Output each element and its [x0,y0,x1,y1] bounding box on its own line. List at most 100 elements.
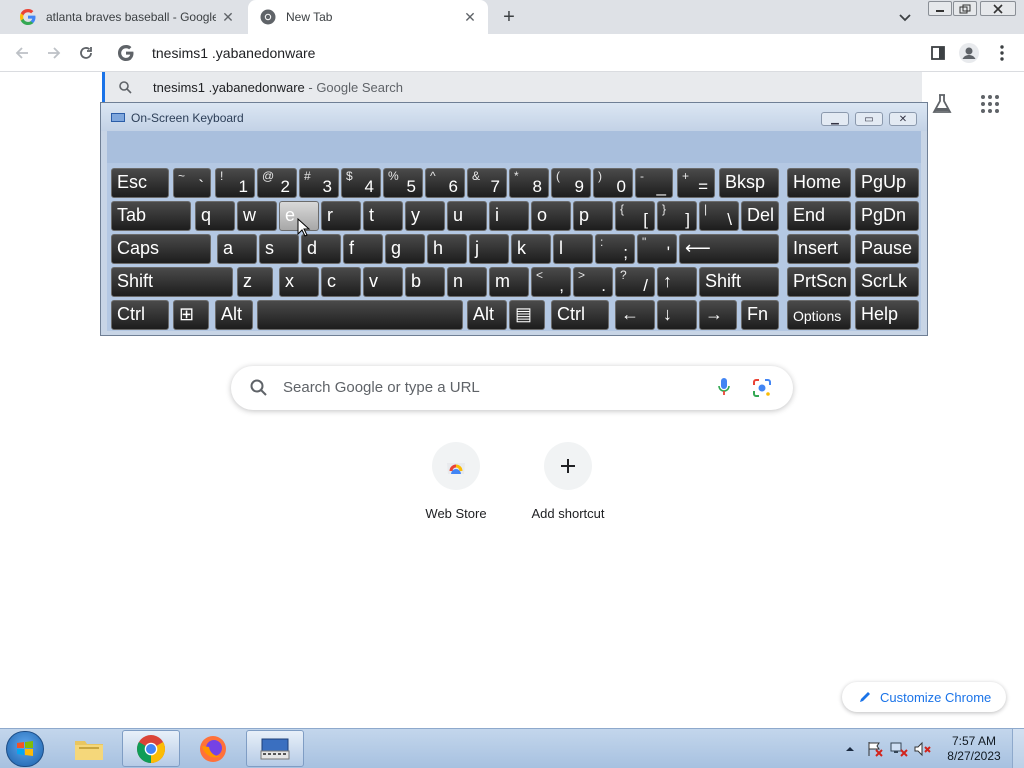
osk-key[interactable]: g [385,234,425,264]
osk-key[interactable]: ^ 6 [425,168,465,198]
osk-key[interactable]: Options [787,300,851,330]
window-close-button[interactable] [980,1,1016,16]
osk-key[interactable]: + = [677,168,715,198]
action-center-flag-icon[interactable] [866,741,884,757]
osk-key[interactable]: Ctrl [111,300,169,330]
volume-muted-icon[interactable] [914,741,932,757]
taskbar-clock[interactable]: 7:57 AM 8/27/2023 [944,734,1004,764]
osk-key[interactable]: Caps [111,234,211,264]
window-minimize-button[interactable] [928,1,952,16]
osk-key[interactable]: #3 [299,168,339,198]
shortcut-add[interactable]: Add shortcut [512,442,624,521]
taskbar-chrome[interactable] [122,730,180,767]
osk-key[interactable]: (9 [551,168,591,198]
osk-key[interactable]: & 7 [467,168,507,198]
osk-key[interactable]: m [489,267,529,297]
osk-key[interactable]: Fn [741,300,779,330]
osk-key[interactable]: ⟵ [679,234,779,264]
osk-key[interactable]: a [217,234,257,264]
osk-key[interactable]: Insert [787,234,851,264]
osk-key[interactable]: ! 1 [215,168,255,198]
osk-key[interactable]: PgDn [855,201,919,231]
osk-key[interactable]: ⊞ [173,300,209,330]
osk-key[interactable]: i [489,201,529,231]
menu-button[interactable] [992,43,1012,63]
osk-key[interactable]: Pause [855,234,919,264]
osk-key[interactable]: j [469,234,509,264]
osk-key[interactable]: t [363,201,403,231]
osk-key[interactable]: PrtScn [787,267,851,297]
show-desktop-button[interactable] [1012,729,1024,768]
ntp-search-box[interactable]: Search Google or type a URL [231,366,793,410]
network-icon[interactable] [890,741,908,757]
forward-button[interactable] [43,42,65,64]
taskbar-on-screen-keyboard[interactable] [246,730,304,767]
osk-key[interactable]: Home [787,168,851,198]
osk-key[interactable]: w [237,201,277,231]
osk-key[interactable]: | \ [699,201,739,231]
osk-minimize-button[interactable]: ▁ [821,112,849,126]
omnibox-text[interactable]: tnesims1 .yabanedonware [152,45,315,61]
osk-key[interactable]: }] [657,201,697,231]
microphone-icon[interactable] [717,377,731,397]
osk-key[interactable]: * 8 [509,168,549,198]
osk-key[interactable]: s [259,234,299,264]
tab-new-tab[interactable]: New Tab ✕ [248,0,488,34]
osk-key[interactable] [257,300,463,330]
close-tab-icon[interactable]: ✕ [220,9,236,25]
omnibox-suggestion[interactable]: tnesims1 .yabanedonware - Google Search [102,72,922,102]
osk-key[interactable]: ? / [615,267,655,297]
new-tab-button[interactable]: + [498,6,520,28]
osk-key[interactable]: v [363,267,403,297]
osk-key[interactable]: z [237,267,273,297]
osk-key[interactable]: b [405,267,445,297]
osk-key[interactable]: % 5 [383,168,423,198]
labs-flask-icon[interactable] [930,92,954,116]
osk-key[interactable]: k [511,234,551,264]
customize-chrome-button[interactable]: Customize Chrome [842,682,1006,712]
osk-key[interactable]: Alt [215,300,253,330]
osk-key[interactable]: Esc [111,168,169,198]
google-lens-icon[interactable] [751,377,773,399]
reload-button[interactable] [75,42,97,64]
window-restore-button[interactable] [953,1,977,16]
osk-key[interactable]: x [279,267,319,297]
osk-key[interactable]: Help [855,300,919,330]
osk-key[interactable]: h [427,234,467,264]
osk-key[interactable]: f [343,234,383,264]
osk-title-bar[interactable]: On-Screen Keyboard ▁ ▭ ✕ [101,103,927,131]
osk-key[interactable]: :; [595,234,635,264]
osk-key[interactable]: r [321,201,361,231]
tab-search-chevron-icon[interactable] [896,8,914,26]
osk-key[interactable]: $4 [341,168,381,198]
osk-key[interactable]: >. [573,267,613,297]
osk-key[interactable]: ← [615,300,655,330]
osk-key[interactable]: q [195,201,235,231]
osk-key[interactable]: ↑ [657,267,697,297]
google-apps-grid-icon[interactable] [980,94,1000,114]
osk-key[interactable]: Del [741,201,779,231]
osk-key[interactable]: ↓ [657,300,697,330]
osk-key[interactable]: " ' [637,234,677,264]
osk-key[interactable]: Alt [467,300,507,330]
osk-key[interactable]: ) 0 [593,168,633,198]
osk-key[interactable]: o [531,201,571,231]
osk-key[interactable]: Shift [111,267,233,297]
osk-key[interactable]: c [321,267,361,297]
osk-key[interactable]: {[ [615,201,655,231]
osk-key[interactable]: p [573,201,613,231]
osk-key[interactable]: Tab [111,201,191,231]
osk-key[interactable]: Shift [699,267,779,297]
osk-key[interactable]: <, [531,267,571,297]
osk-key[interactable]: ~ ` [173,168,211,198]
close-tab-icon[interactable]: ✕ [462,9,478,25]
osk-key[interactable]: → [699,300,737,330]
osk-key[interactable]: End [787,201,851,231]
osk-restore-button[interactable]: ▭ [855,112,883,126]
osk-key[interactable]: Ctrl [551,300,609,330]
osk-close-button[interactable]: ✕ [889,112,917,126]
start-button[interactable] [6,731,44,767]
osk-key[interactable]: y [405,201,445,231]
osk-key[interactable]: - _ [635,168,673,198]
osk-key[interactable]: Bksp [719,168,779,198]
